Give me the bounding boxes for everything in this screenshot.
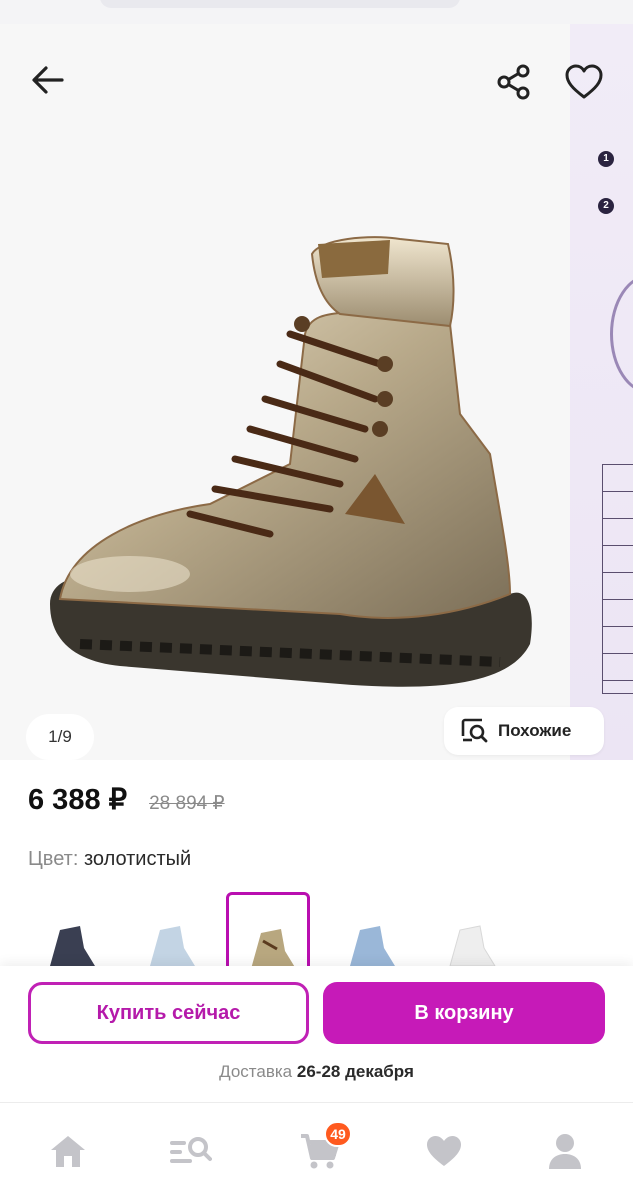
delivery-dates: 26-28 декабря	[296, 1062, 414, 1081]
add-to-cart-button[interactable]: В корзину	[323, 982, 605, 1044]
color-swatch[interactable]	[128, 892, 212, 972]
delivery-label: Доставка	[219, 1062, 293, 1081]
color-swatch-selected[interactable]	[226, 892, 310, 972]
nav-catalog[interactable]	[168, 1129, 212, 1173]
visual-search-icon	[461, 718, 488, 743]
next-slide-step: 1	[598, 149, 618, 167]
cart-badge: 49	[324, 1121, 352, 1147]
share-button[interactable]	[494, 62, 534, 102]
image-counter: 1/9	[26, 714, 94, 760]
color-value: золотистый	[83, 848, 192, 870]
arrow-left-icon	[32, 66, 64, 94]
top-strip	[0, 0, 633, 24]
bottom-nav: 49	[0, 1102, 633, 1200]
next-slide-ring	[610, 274, 633, 394]
color-swatches	[28, 892, 628, 972]
color-swatch[interactable]	[328, 892, 412, 972]
nav-home[interactable]	[46, 1129, 90, 1173]
next-slide-table	[602, 464, 633, 694]
similar-button[interactable]: Похожие	[444, 707, 604, 755]
similar-label: Похожие	[498, 721, 572, 740]
old-price: 28 894 ₽	[149, 793, 225, 814]
catalog-search-icon	[170, 1137, 212, 1163]
share-icon	[497, 64, 530, 100]
next-slide-preview: 1 2	[570, 24, 633, 760]
color-row: Цвет: золотистый	[28, 848, 191, 871]
nav-favorites[interactable]	[422, 1129, 466, 1173]
action-panel: Купить сейчас В корзину Доставка 26-28 д…	[0, 966, 633, 1102]
color-swatch[interactable]	[28, 892, 112, 972]
price: 6 388 ₽	[28, 784, 128, 816]
nav-profile[interactable]	[543, 1129, 587, 1173]
nav-cart[interactable]: 49	[298, 1121, 352, 1173]
heart-icon	[565, 64, 603, 99]
next-slide-step: 2	[598, 196, 618, 214]
color-swatch[interactable]	[428, 892, 512, 972]
search-bar-remnant[interactable]	[100, 0, 460, 8]
product-gallery[interactable]: 1 2 1/9 Похожие	[0, 24, 633, 760]
delivery-info: Доставка 26-28 декабря	[0, 1062, 633, 1082]
price-row: 6 388 ₽ 28 894 ₽	[28, 782, 225, 817]
product-image	[50, 236, 532, 687]
back-button[interactable]	[28, 60, 68, 100]
home-icon	[51, 1136, 85, 1167]
favorite-button[interactable]	[564, 62, 604, 102]
buy-now-button[interactable]: Купить сейчас	[28, 982, 309, 1044]
profile-icon	[549, 1134, 581, 1169]
heart-icon	[427, 1136, 461, 1166]
color-label: Цвет:	[28, 848, 79, 870]
